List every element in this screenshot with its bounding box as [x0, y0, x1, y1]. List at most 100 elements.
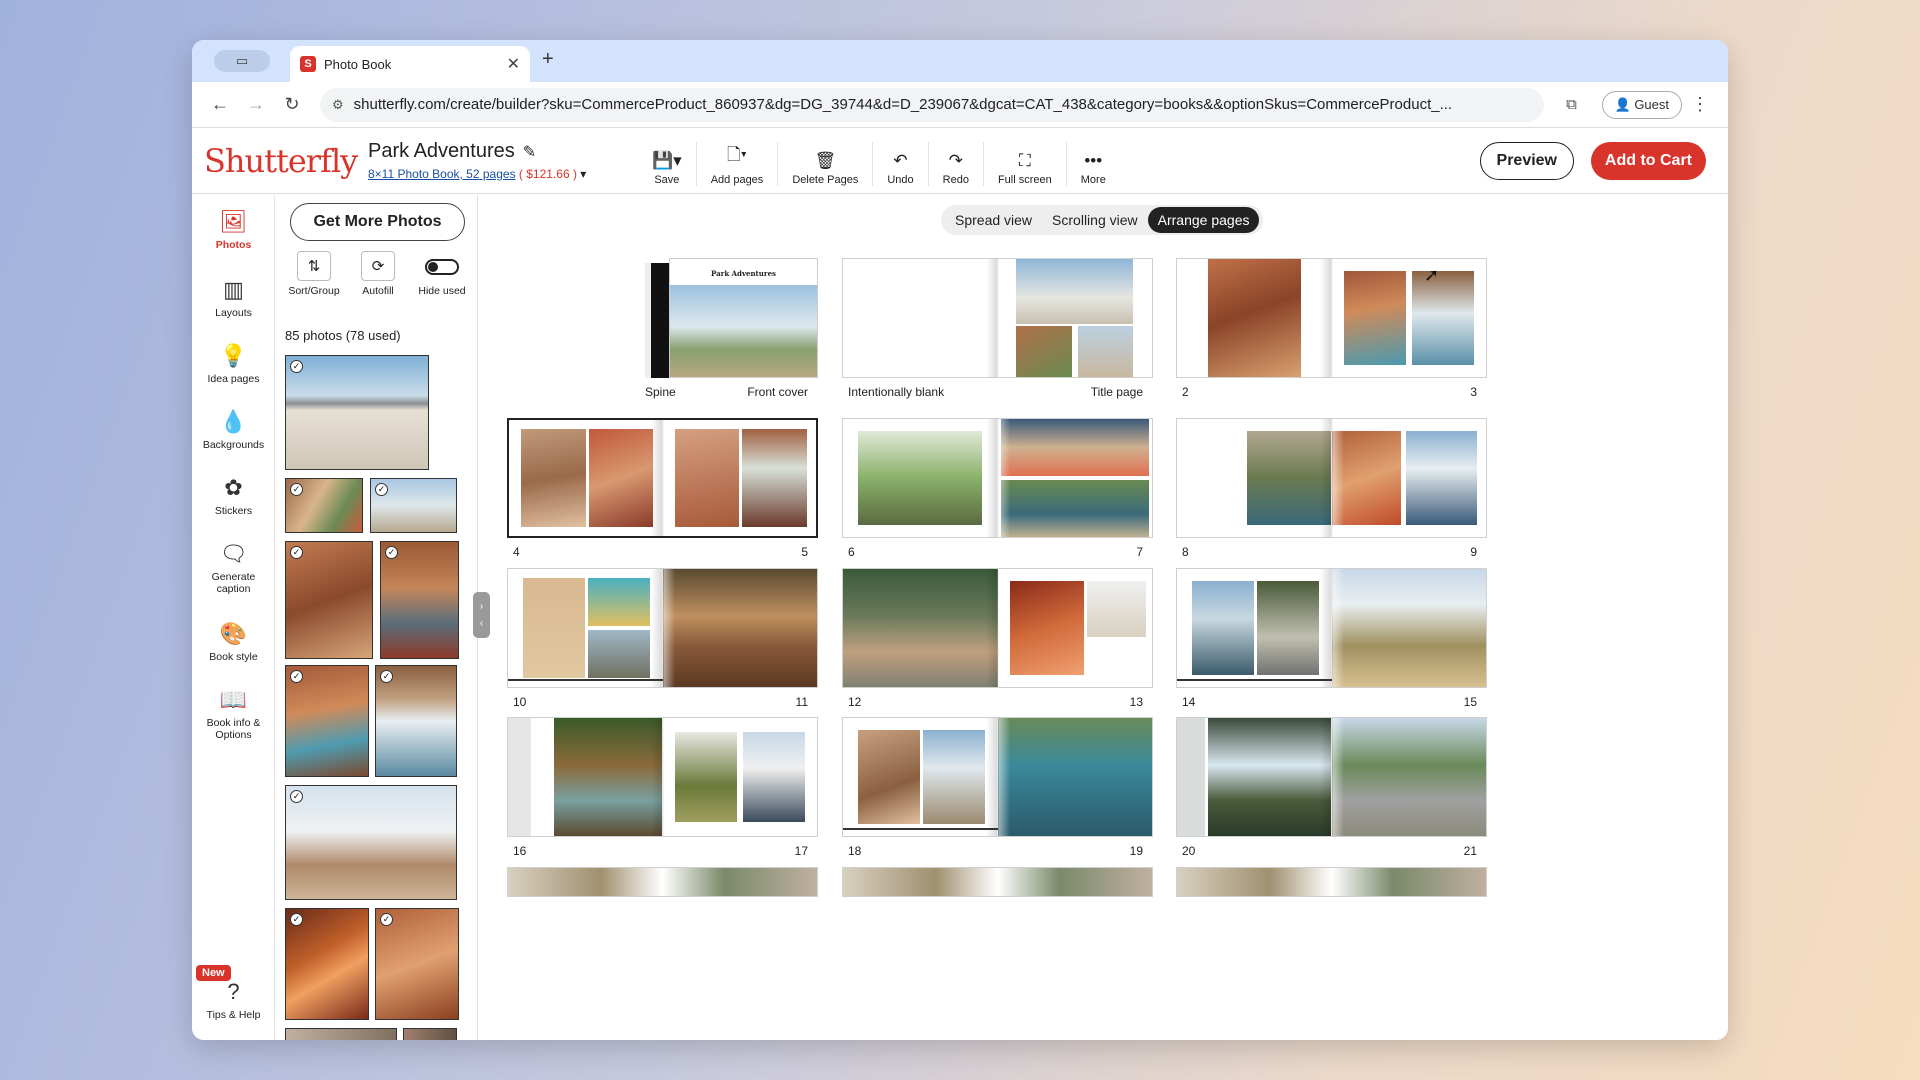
- pencil-icon[interactable]: ✎: [523, 142, 536, 162]
- page-photo[interactable]: [1016, 326, 1072, 377]
- page-photo[interactable]: [858, 729, 921, 825]
- preview-button[interactable]: Preview: [1479, 142, 1574, 180]
- right-page[interactable]: [1332, 259, 1487, 377]
- redo-button[interactable]: ↷ Redo: [929, 141, 984, 186]
- undo-button[interactable]: ↶ Undo: [873, 141, 929, 186]
- photo-thumbnail[interactable]: ✓: [285, 478, 363, 533]
- sidebar-item-book-style[interactable]: 🎨 Book style: [192, 621, 275, 663]
- page-spread[interactable]: [507, 418, 818, 538]
- page-photo[interactable]: [858, 430, 983, 526]
- left-page[interactable]: [1177, 259, 1332, 377]
- autofill-button[interactable]: ⟳ Autofill: [347, 251, 409, 297]
- get-more-photos-button[interactable]: Get More Photos: [290, 203, 465, 241]
- page-photo[interactable]: [554, 718, 663, 836]
- right-page[interactable]: [663, 718, 818, 836]
- page-spread[interactable]: [842, 717, 1153, 837]
- page-photo[interactable]: [508, 718, 532, 836]
- page-photo[interactable]: [1207, 259, 1301, 377]
- page-photo[interactable]: [588, 578, 651, 626]
- photo-thumbnail[interactable]: [285, 1028, 397, 1040]
- right-page[interactable]: [1331, 419, 1487, 537]
- page-photo[interactable]: [843, 569, 998, 687]
- page-spread[interactable]: Park Adventures: [507, 258, 818, 378]
- photo-thumbnail[interactable]: ✓: [285, 355, 429, 470]
- reload-icon[interactable]: ↻: [274, 94, 310, 115]
- toggle-switch[interactable]: [425, 259, 459, 275]
- page-photo[interactable]: [1016, 259, 1134, 324]
- right-page[interactable]: [662, 569, 817, 687]
- shutterfly-logo[interactable]: Shutterfly: [204, 142, 368, 180]
- page-photo[interactable]: [1192, 580, 1255, 676]
- hide-used-toggle[interactable]: Hide used: [411, 251, 473, 297]
- page-photo[interactable]: [997, 718, 1152, 836]
- page-spread[interactable]: [507, 717, 818, 837]
- page-photo[interactable]: [662, 569, 817, 687]
- sidebar-item-book-info[interactable]: 📖 Book info & Options: [192, 687, 275, 741]
- page-spread[interactable]: [1176, 867, 1487, 897]
- right-page[interactable]: [998, 569, 1153, 687]
- photo-thumbnail[interactable]: ✓: [285, 541, 373, 659]
- page-photo[interactable]: [1207, 718, 1332, 836]
- page-photo[interactable]: [1009, 580, 1085, 676]
- page-photo[interactable]: [1087, 580, 1146, 638]
- page-photo[interactable]: [1077, 326, 1134, 377]
- page-spread[interactable]: [507, 568, 818, 688]
- sidebar-item-backgrounds[interactable]: 💧 Backgrounds: [192, 409, 275, 451]
- sidebar-item-stickers[interactable]: ✿ Stickers: [192, 475, 275, 517]
- photo-thumbnail[interactable]: ✓: [285, 785, 457, 900]
- page-photo[interactable]: [1257, 580, 1320, 676]
- photo-thumbnail[interactable]: ✓: [285, 908, 369, 1020]
- left-page[interactable]: [843, 569, 998, 687]
- forward-icon[interactable]: →: [238, 94, 274, 115]
- page-spread[interactable]: [842, 568, 1153, 688]
- photo-thumbnail[interactable]: ✓: [375, 665, 457, 777]
- page-photo[interactable]: [1331, 718, 1486, 836]
- left-page[interactable]: [843, 259, 998, 377]
- right-page[interactable]: Park Adventures: [669, 258, 818, 378]
- left-page[interactable]: [1177, 419, 1332, 537]
- tab-group-icon[interactable]: ▭: [214, 50, 270, 72]
- left-page[interactable]: [508, 718, 663, 836]
- full-screen-button[interactable]: ⛶ Full screen: [984, 141, 1067, 186]
- project-title[interactable]: Park Adventures: [368, 140, 515, 163]
- browser-tab[interactable]: S Photo Book ✕: [290, 46, 530, 82]
- photo-thumbnail[interactable]: ✓: [380, 541, 459, 659]
- site-settings-icon[interactable]: ⚙: [332, 97, 344, 113]
- add-to-cart-button[interactable]: Add to Cart: [1590, 142, 1706, 180]
- page-spread[interactable]: [1176, 418, 1487, 538]
- page-photo[interactable]: [523, 578, 586, 678]
- new-tab-icon[interactable]: +: [542, 48, 554, 71]
- sidebar-item-generate-caption[interactable]: 🗨 Generate caption: [192, 541, 275, 595]
- page-photo[interactable]: [588, 630, 651, 678]
- right-page[interactable]: [663, 420, 817, 536]
- save-button[interactable]: 💾▾ Save: [638, 141, 697, 186]
- page-photo[interactable]: [742, 429, 807, 527]
- page-photo[interactable]: [742, 732, 805, 822]
- right-page[interactable]: [997, 718, 1152, 836]
- photo-thumbnail[interactable]: [403, 1028, 457, 1040]
- page-photo[interactable]: [1177, 718, 1205, 836]
- panel-collapse-handle[interactable]: › ‹: [473, 592, 490, 638]
- page-spread[interactable]: [842, 867, 1153, 897]
- page-photo[interactable]: [1343, 270, 1406, 366]
- page-photo[interactable]: [1000, 419, 1149, 476]
- right-page[interactable]: [998, 259, 1153, 377]
- page-photo[interactable]: [521, 429, 586, 527]
- right-page[interactable]: [998, 419, 1153, 537]
- profile-button[interactable]: 👤 Guest: [1601, 90, 1682, 119]
- photo-thumbnail[interactable]: ✓: [285, 665, 369, 777]
- page-photo[interactable]: [1000, 480, 1149, 537]
- page-photo[interactable]: [1411, 270, 1474, 366]
- sidebar-item-photos[interactable]: 🖼 Photos: [192, 209, 275, 251]
- page-photo[interactable]: [670, 284, 817, 377]
- left-page[interactable]: [1177, 718, 1332, 836]
- sort-group-button[interactable]: ⇅ Sort/Group: [283, 251, 345, 297]
- page-photo[interactable]: [1405, 430, 1477, 526]
- page-spread[interactable]: [842, 418, 1153, 538]
- add-pages-button[interactable]: 🗋▾ Add pages: [697, 141, 779, 186]
- left-page[interactable]: [843, 419, 998, 537]
- product-desc-link[interactable]: 8×11 Photo Book, 52 pages: [368, 167, 516, 181]
- page-spread[interactable]: [842, 258, 1153, 378]
- cast-icon[interactable]: ⧉: [1554, 96, 1590, 113]
- photo-thumbnail[interactable]: ✓: [370, 478, 457, 533]
